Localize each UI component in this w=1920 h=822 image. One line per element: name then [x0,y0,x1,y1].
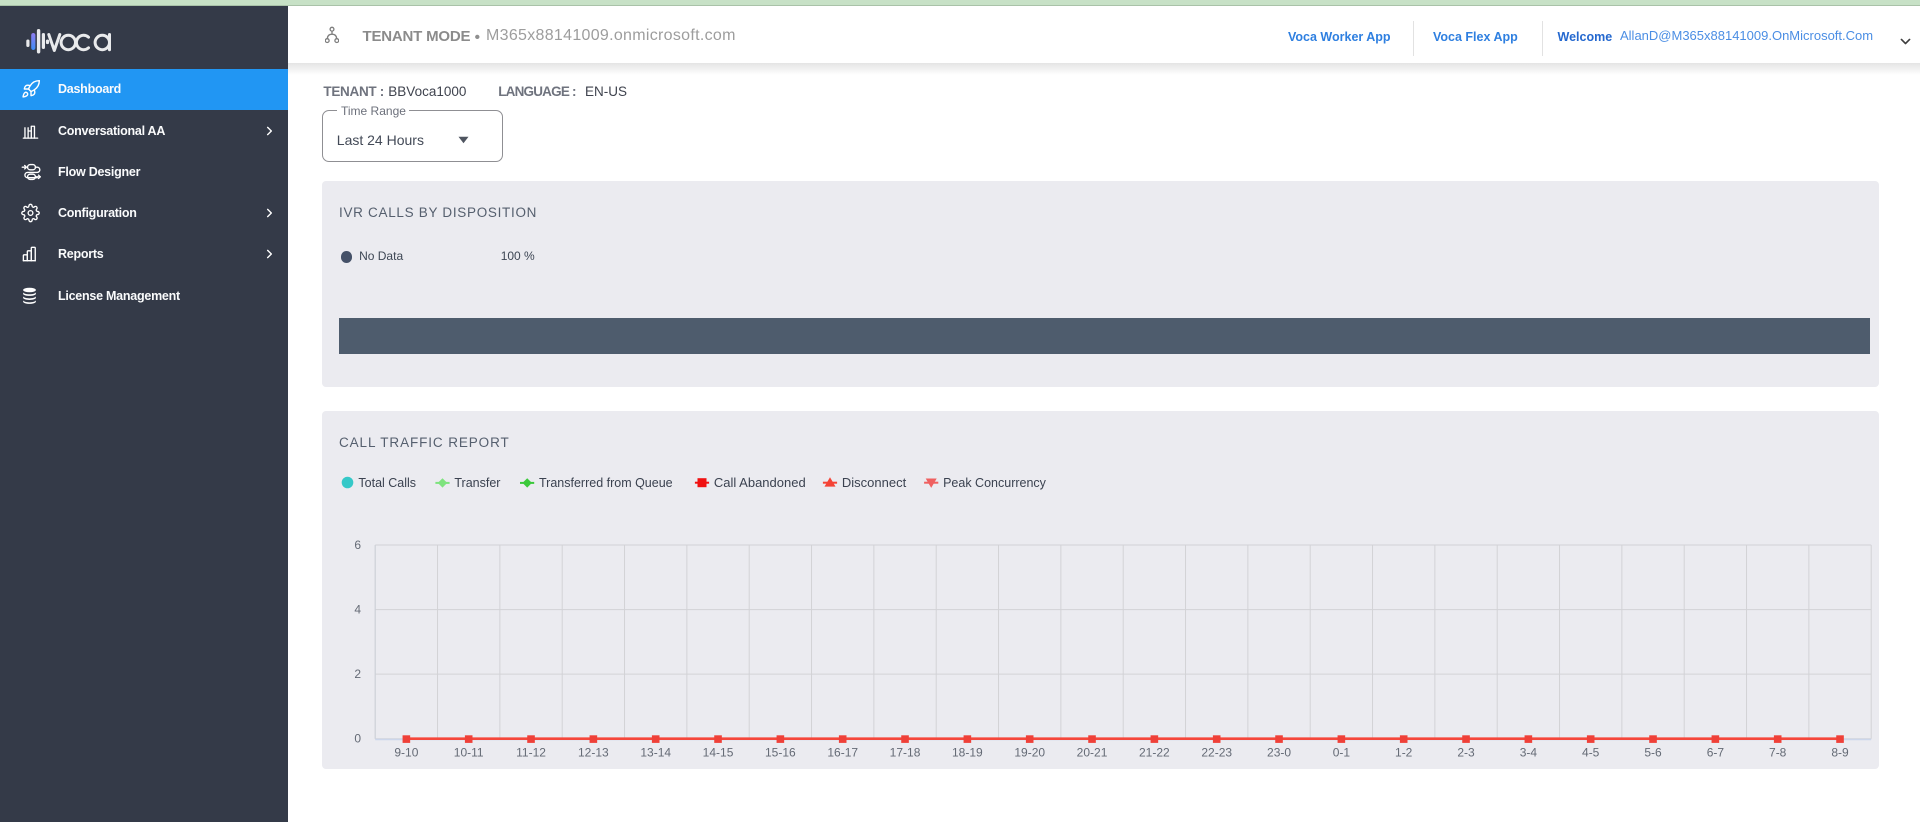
svg-text:1-2: 1-2 [1395,746,1413,760]
svg-text:4-5: 4-5 [1582,746,1600,760]
svg-text:12-13: 12-13 [578,746,609,760]
svg-text:3-4: 3-4 [1520,746,1538,760]
svg-text:10-11: 10-11 [454,746,484,760]
svg-text:14-15: 14-15 [703,746,734,760]
svg-text:6-7: 6-7 [1707,746,1725,760]
svg-text:2-3: 2-3 [1457,746,1475,760]
svg-text:16-17: 16-17 [827,746,858,760]
svg-text:20-21: 20-21 [1077,746,1108,760]
svg-text:19-20: 19-20 [1014,746,1045,760]
svg-text:18-19: 18-19 [952,746,983,760]
svg-text:0-1: 0-1 [1333,746,1351,760]
svg-text:21-22: 21-22 [1139,746,1170,760]
svg-text:11-12: 11-12 [516,746,546,760]
svg-text:13-14: 13-14 [640,746,671,760]
svg-text:4: 4 [354,603,361,617]
svg-text:17-18: 17-18 [890,746,921,760]
svg-text:15-16: 15-16 [765,746,796,760]
svg-text:23-0: 23-0 [1267,746,1291,760]
svg-text:2: 2 [354,667,361,681]
svg-text:7-8: 7-8 [1769,746,1787,760]
svg-text:5-6: 5-6 [1644,746,1662,760]
svg-text:6: 6 [354,538,361,552]
svg-text:9-10: 9-10 [394,746,418,760]
svg-text:22-23: 22-23 [1201,746,1232,760]
svg-text:0: 0 [354,732,361,746]
svg-text:8-9: 8-9 [1831,746,1849,760]
